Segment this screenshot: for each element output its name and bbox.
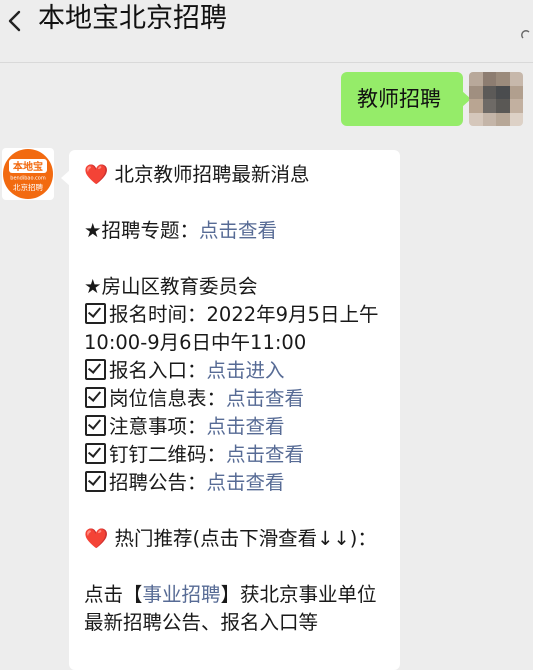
official-account-avatar[interactable]: 本地宝 bendibao.com 北京招聘 (2, 148, 54, 200)
notes-link[interactable]: 点击查看 (207, 415, 285, 438)
svg-text:bendibao.com: bendibao.com (10, 176, 46, 182)
outgoing-message-text: 教师招聘 (357, 87, 441, 111)
item-line-notes: 注意事项：点击查看 (84, 413, 389, 441)
chat-title: 本地宝北京招聘 (38, 3, 227, 34)
top-bar: 本地宝北京招聘 (0, 0, 533, 63)
back-button[interactable] (4, 6, 24, 36)
item-line-dingtalk: 钉钉二维码：点击查看 (84, 441, 389, 469)
checkbox-icon (85, 359, 106, 380)
more-dots-icon[interactable] (521, 30, 531, 40)
checkbox-icon (85, 303, 106, 324)
outgoing-message-bubble[interactable]: 教师招聘 (341, 72, 471, 126)
incoming-message-bubble: ❤️ 北京教师招聘最新消息 ★招聘专题：点击查看 ★房山区教育委员会 报名时间：… (61, 150, 400, 670)
topic-link[interactable]: 点击查看 (199, 219, 277, 242)
svg-text:本地宝: 本地宝 (13, 160, 43, 173)
hot-recommend-line: ❤️ 热门推荐(点击下滑查看↓↓)： (84, 527, 377, 550)
topic-line: ★招聘专题：点击查看 (84, 219, 277, 242)
checkbox-icon (85, 471, 106, 492)
footer-line: 点击【事业招聘】获北京事业单位最新招聘公告、报名入口等 (84, 583, 377, 634)
message-content: ❤️ 北京教师招聘最新消息 ★招聘专题：点击查看 ★房山区教育委员会 报名时间：… (84, 161, 389, 637)
item-line-time: 报名时间：2022年9月5日上午10:00-9月6日中午11:00 (84, 303, 379, 354)
chevron-left-icon (8, 10, 21, 32)
bendibao-logo: 本地宝 bendibao.com 北京招聘 (3, 149, 53, 199)
svg-text:北京招聘: 北京招聘 (13, 182, 43, 192)
item-line-entry: 报名入口：点击进入 (84, 357, 389, 385)
item-line-notice: 招聘公告：点击查看 (84, 469, 389, 497)
dingtalk-link[interactable]: 点击查看 (226, 443, 304, 466)
user-avatar[interactable] (469, 72, 523, 126)
item-line-positions: 岗位信息表：点击查看 (84, 385, 389, 413)
positions-link[interactable]: 点击查看 (226, 387, 304, 410)
heart-icon: ❤️ (84, 527, 109, 550)
notice-link[interactable]: 点击查看 (207, 471, 285, 494)
career-recruit-link[interactable]: 事业招聘 (143, 583, 221, 606)
message-heading: ❤️ 北京教师招聘最新消息 (84, 163, 310, 186)
org-line: ★房山区教育委员会 (84, 275, 258, 298)
checkbox-icon (85, 443, 106, 464)
entry-link[interactable]: 点击进入 (207, 359, 285, 382)
checkbox-icon (85, 387, 106, 408)
heart-icon: ❤️ (84, 163, 109, 186)
checkbox-icon (85, 415, 106, 436)
